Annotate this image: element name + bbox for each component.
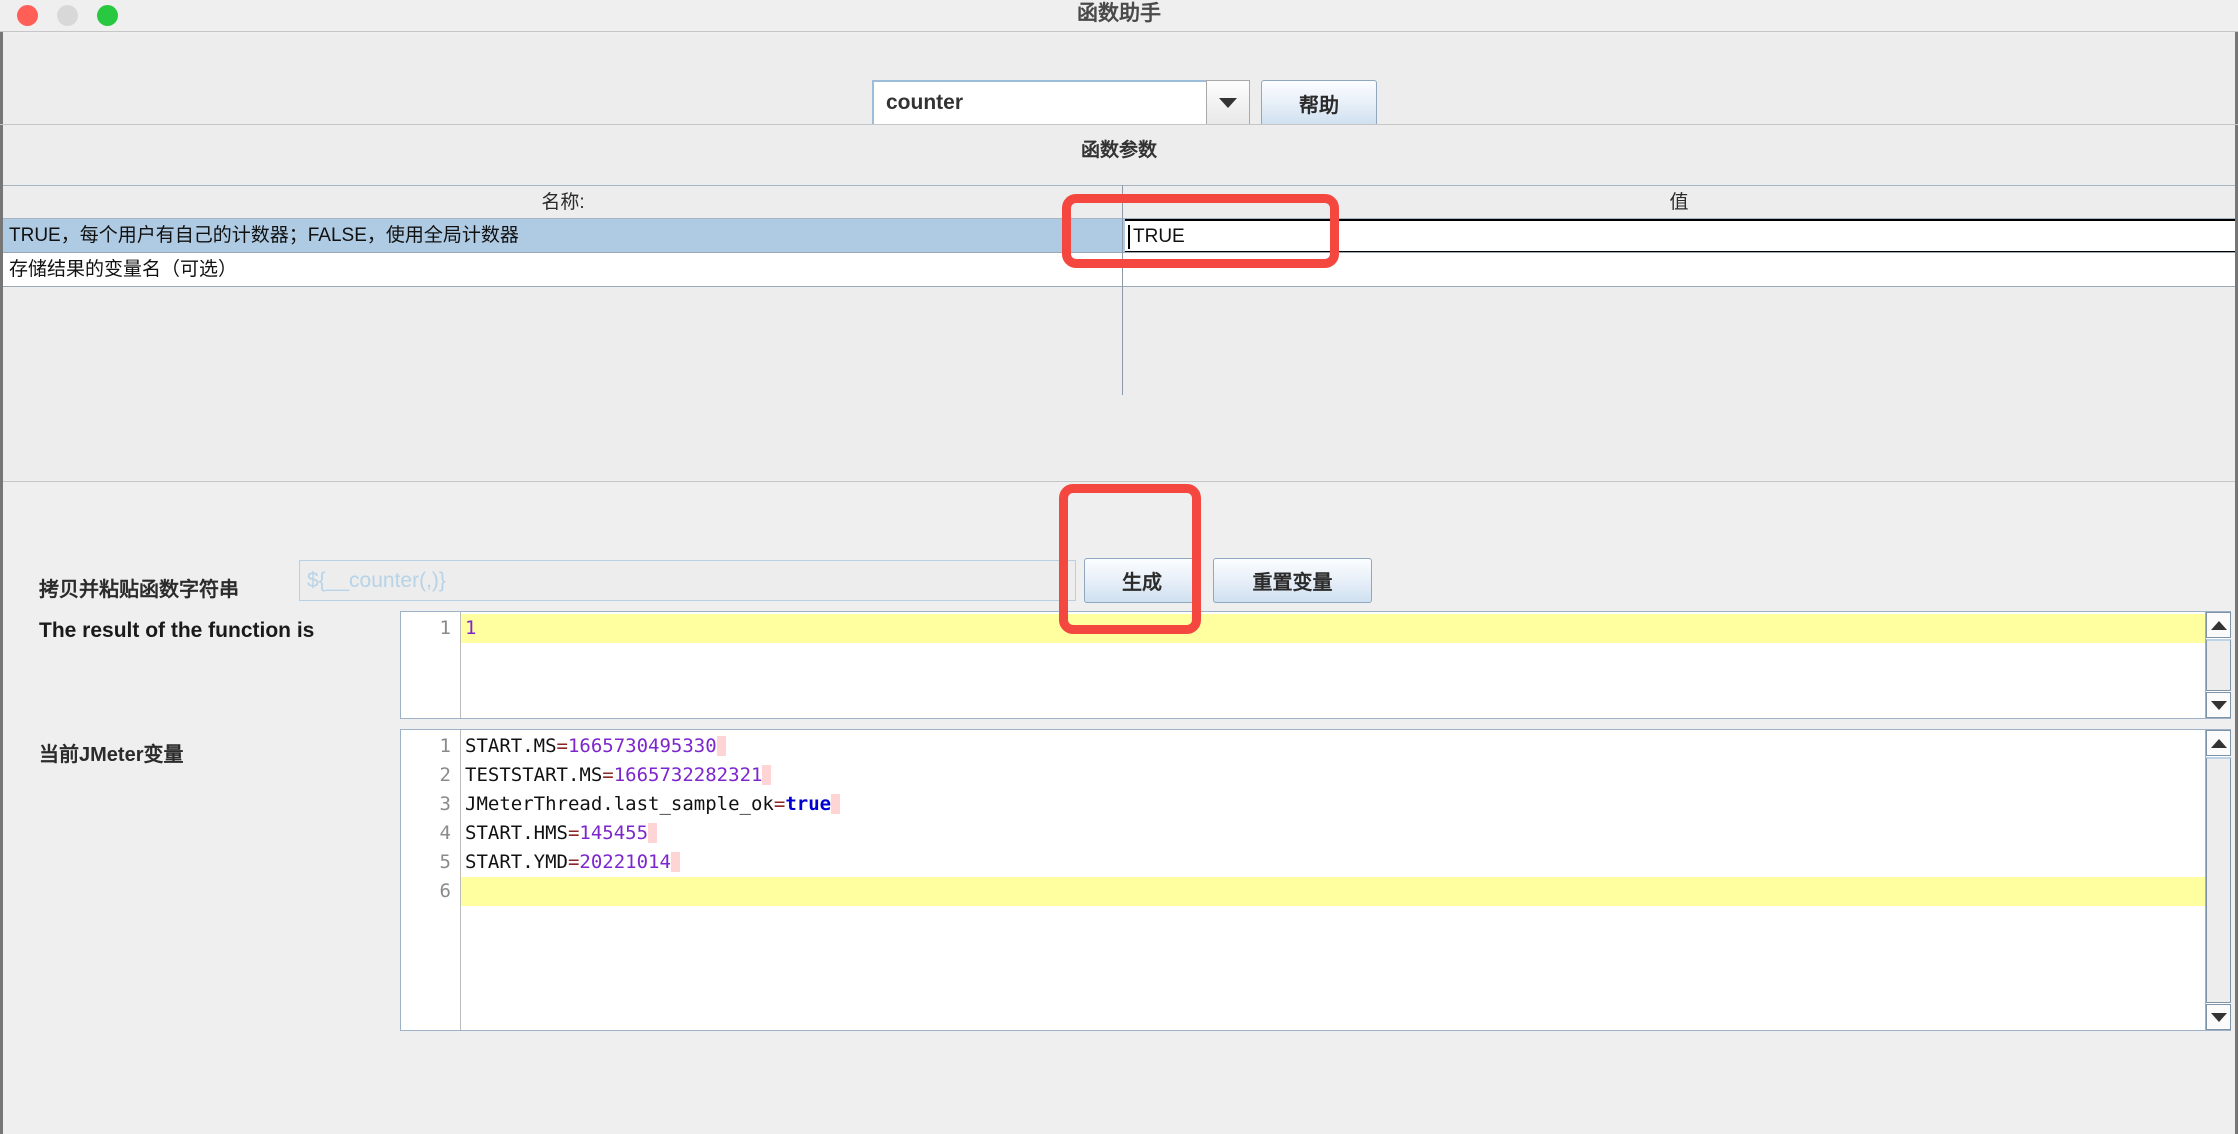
code-line[interactable]: START.MS=1665730495330 <box>461 732 2230 761</box>
generator-panel: 拷贝并粘贴函数字符串 ${__counter(,)} 生成 重置变量 The r… <box>3 481 2235 1131</box>
code-token-eq: = <box>567 851 580 873</box>
param-name-cell: TRUE，每个用户有自己的计数器；FALSE，使用全局计数器 <box>9 225 519 246</box>
function-select[interactable]: counter <box>872 80 1250 126</box>
function-string-placeholder: ${__counter(,)} <box>307 569 446 592</box>
line-number: 6 <box>439 880 451 902</box>
function-toolbar: counter 帮助 <box>3 33 2235 126</box>
code-token-key: JMeterThread.last_sample_ok <box>465 793 774 815</box>
trailing-whitespace-marker <box>831 794 841 814</box>
variables-scrollbar[interactable] <box>2205 730 2231 1030</box>
code-token-key: TESTSTART.MS <box>465 764 603 786</box>
result-editor[interactable]: 1 1 <box>400 611 2231 719</box>
code-token-eq: = <box>556 735 568 757</box>
function-params-panel: 函数参数 名称: 值 TRUE，每个用户有自己的计数器；FALSE，使用全局计数… <box>3 125 2235 480</box>
trailing-whitespace-marker <box>648 823 658 843</box>
result-code-area[interactable]: 1 <box>461 612 2230 718</box>
title-bar: 函数助手 <box>0 0 2238 32</box>
params-empty-area <box>3 325 2235 480</box>
result-line-gutter: 1 <box>401 612 461 718</box>
jmeter-variables-editor[interactable]: 123456 START.MS=1665730495330 TESTSTART.M… <box>400 729 2231 1031</box>
code-token-num: 20221014 <box>579 851 671 873</box>
line-number: 1 <box>439 617 451 639</box>
code-line[interactable]: TESTSTART.MS=1665732282321 <box>461 761 2230 790</box>
code-token-eq: = <box>773 793 786 815</box>
function-helper-window: 函数助手 counter 帮助 函数参数 名称: 值 TRUE，每个用户有自己的… <box>0 0 2238 1134</box>
code-token-num: 145455 <box>579 822 649 844</box>
params-section-title: 函数参数 <box>1080 140 1157 161</box>
code-line[interactable]: JMeterThread.last_sample_ok=true <box>461 790 2230 819</box>
param-value-text: TRUE <box>1133 226 1185 247</box>
code-token-key: START.MS <box>465 735 557 757</box>
variables-line-gutter: 1 2 3 4 5 6 <box>401 730 461 1030</box>
params-table: 名称: 值 TRUE，每个用户有自己的计数器；FALSE，使用全局计数器 TRU… <box>3 185 2235 287</box>
line-number: 1 <box>439 735 451 757</box>
function-select-value[interactable]: counter <box>872 80 1206 126</box>
trailing-whitespace-marker <box>670 852 680 872</box>
column-divider[interactable] <box>1122 185 1123 395</box>
row-divider <box>3 286 2235 287</box>
titlebar-divider <box>0 31 2238 32</box>
param-value-editor[interactable]: TRUE <box>1125 219 2235 253</box>
column-header-name[interactable]: 名称: <box>3 186 1123 219</box>
line-number: 3 <box>439 793 451 815</box>
code-token-key: START.YMD <box>465 851 568 873</box>
trailing-whitespace-marker <box>716 736 726 756</box>
copy-paste-label: 拷贝并粘贴函数字符串 <box>39 579 239 601</box>
triangle-up-icon[interactable] <box>2206 612 2231 638</box>
param-name-cell: 存储结果的变量名（可选） <box>9 259 238 280</box>
code-token-bool: true <box>785 793 832 815</box>
code-line[interactable]: 1 <box>461 614 2230 643</box>
code-line[interactable]: START.HMS=145455 <box>461 819 2230 848</box>
code-token-eq: = <box>567 822 580 844</box>
line-number: 2 <box>439 764 451 786</box>
triangle-down-icon[interactable] <box>2206 692 2231 718</box>
variables-code-area[interactable]: START.MS=1665730495330 TESTSTART.MS=16657… <box>461 730 2230 1030</box>
window-title: 函数助手 <box>1077 2 1161 25</box>
table-row[interactable]: TRUE，每个用户有自己的计数器；FALSE，使用全局计数器 TRUE <box>3 219 2235 253</box>
code-token-num: 1665732282321 <box>613 764 763 786</box>
variables-scrollbar-thumb[interactable] <box>2206 757 2231 1003</box>
code-line[interactable] <box>461 877 2230 906</box>
code-line[interactable]: START.YMD=20221014 <box>461 848 2230 877</box>
triangle-up-icon[interactable] <box>2206 730 2231 756</box>
triangle-down-icon[interactable] <box>2206 1004 2231 1030</box>
result-scrollbar-thumb[interactable] <box>2206 639 2231 691</box>
code-token-num: 1 <box>465 617 477 639</box>
code-token-num: 1665730495330 <box>567 735 717 757</box>
code-token-eq: = <box>602 764 614 786</box>
generate-button[interactable]: 生成 <box>1084 558 1200 603</box>
result-label: The result of the function is <box>39 619 315 642</box>
table-row[interactable]: 存储结果的变量名（可选） <box>3 253 2235 287</box>
chevron-down-icon[interactable] <box>1206 80 1250 126</box>
jmeter-variables-label: 当前JMeter变量 <box>39 744 184 766</box>
line-number: 4 <box>439 822 451 844</box>
help-button[interactable]: 帮助 <box>1261 80 1377 126</box>
code-token-key: START.HMS <box>465 822 568 844</box>
params-table-header: 名称: 值 <box>3 185 2235 219</box>
text-caret <box>1128 225 1130 249</box>
trailing-whitespace-marker <box>762 765 772 785</box>
function-string-input[interactable]: ${__counter(,)} <box>299 560 1076 601</box>
line-number: 5 <box>439 851 451 873</box>
result-scrollbar[interactable] <box>2205 612 2231 718</box>
reset-variables-button[interactable]: 重置变量 <box>1213 558 1372 603</box>
column-header-value[interactable]: 值 <box>1123 186 2235 219</box>
